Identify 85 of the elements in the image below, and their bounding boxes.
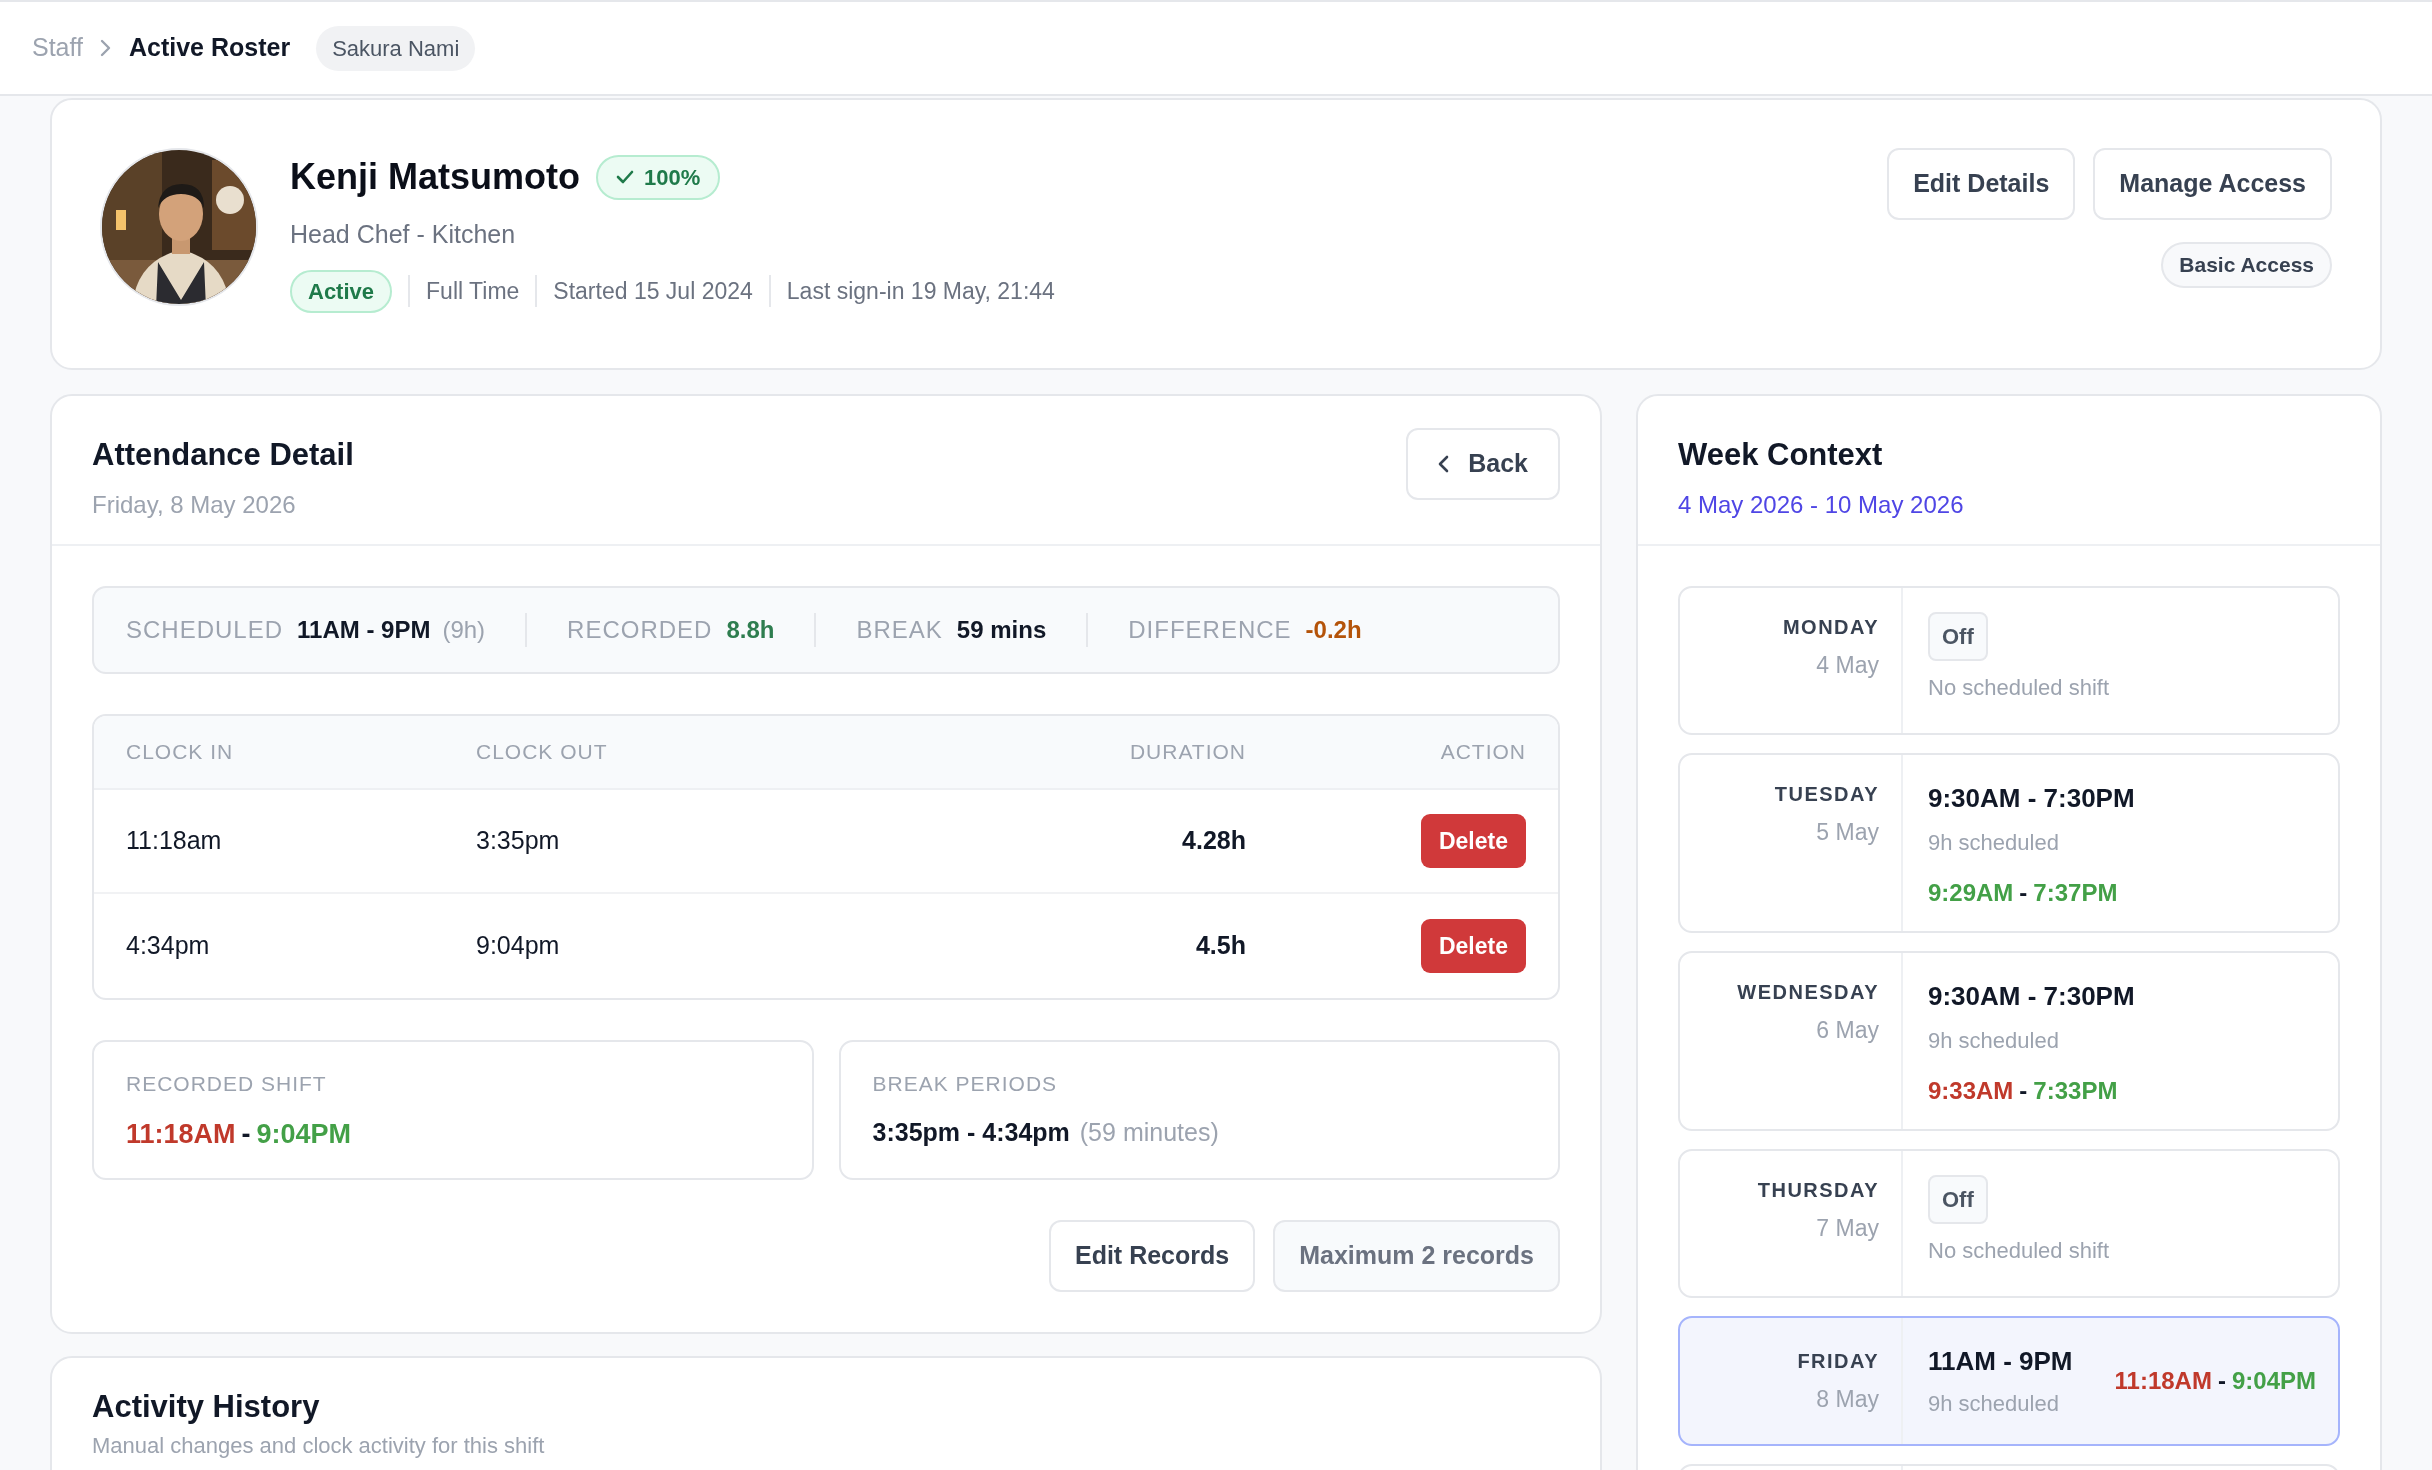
delete-button[interactable]: Delete xyxy=(1420,814,1526,868)
day-name: MONDAY xyxy=(1782,615,1879,640)
summary-label: BREAK xyxy=(856,615,943,645)
chevron-left-icon xyxy=(1438,454,1451,474)
column-header: CLOCK IN xyxy=(126,739,235,766)
breadcrumb-link[interactable]: Active Roster xyxy=(128,29,291,67)
summary-value: -0.2h xyxy=(1305,615,1362,645)
chevron-right-icon xyxy=(98,37,113,59)
column-header: ACTION xyxy=(1439,739,1526,766)
action-button[interactable]: Edit Records xyxy=(1048,1220,1256,1292)
meta-text: Started 15 Jul 2024 xyxy=(553,276,753,306)
day-date: 8 May xyxy=(1816,1385,1879,1414)
summary-value: 8.8h xyxy=(726,615,775,645)
name-tag: Sakura Nami xyxy=(316,25,476,71)
card-title: Week Context xyxy=(1678,436,1884,474)
meta-text: Full Time xyxy=(426,276,520,306)
panel-label: RECORDED SHIFT xyxy=(126,1071,328,1097)
table-cell-text: 3:35pm xyxy=(476,825,561,857)
break-duration: (59 minutes) xyxy=(1079,1116,1219,1148)
job-title: Head Chef - Kitchen xyxy=(290,219,517,250)
shift-note: No scheduled shift xyxy=(1928,1237,2109,1265)
scheduled-hours: 9h scheduled xyxy=(1928,829,2060,857)
day-name: WEDNESDAY xyxy=(1737,980,1879,1005)
status-badge: Active xyxy=(290,269,393,313)
table-cell-text: 4.5h xyxy=(1194,930,1246,962)
off-badge: Off xyxy=(1928,1175,1988,1224)
day-name: FRIDAY xyxy=(1797,1349,1879,1374)
day-date: 7 May xyxy=(1816,1214,1879,1243)
summary-value: 59 mins xyxy=(956,615,1047,645)
card-subtitle: Manual changes and clock activity for this shift xyxy=(92,1432,546,1459)
clock-in-time: 9:33AM xyxy=(1928,1076,2014,1106)
day-card[interactable]: THURSDAY 7 May Off No scheduled shift xyxy=(1678,1149,2340,1298)
scheduled-time: 11AM - 9PM xyxy=(1928,1345,2073,1378)
scheduled-time: 9:30AM - 7:30PM xyxy=(1928,782,2136,815)
clock-out-time: 7:33PM xyxy=(2033,1076,2118,1106)
time-separator: - xyxy=(2019,878,2028,908)
action-button[interactable]: Manage Access xyxy=(2093,148,2332,220)
day-date: 5 May xyxy=(1816,818,1879,847)
break-time: 3:35pm - 4:34pm xyxy=(872,1116,1070,1148)
panel-label: BREAK PERIODS xyxy=(872,1071,1059,1097)
time-separator: - xyxy=(241,1117,251,1151)
summary-label: DIFFERENCE xyxy=(1128,615,1292,645)
scheduled-hours: 9h scheduled xyxy=(1928,1390,2060,1418)
card-subtitle: Friday, 8 May 2026 xyxy=(92,489,297,520)
clock-out-time: 7:37PM xyxy=(2033,878,2118,908)
summary-value: 11AM - 9PM xyxy=(297,615,431,645)
scheduled-time: 9:30AM - 7:30PM xyxy=(1928,980,2136,1013)
table-cell-text: 4.28h xyxy=(1181,825,1246,857)
clock-in-time: 9:29AM xyxy=(1928,878,2014,908)
off-badge: Off xyxy=(1928,612,1988,661)
clock-in-time: 11:18AM xyxy=(2114,1366,2212,1396)
day-name: TUESDAY xyxy=(1774,782,1879,807)
time-separator: - xyxy=(2217,1366,2226,1396)
access-badge: Basic Access xyxy=(2161,242,2332,288)
table-cell-text: 9:04pm xyxy=(476,930,561,962)
table-cell-text: 4:34pm xyxy=(126,930,211,962)
clock-out-time: 9:04PM xyxy=(256,1117,352,1151)
delete-button[interactable]: Delete xyxy=(1420,919,1526,973)
card-title: Activity History xyxy=(92,1388,321,1426)
column-header: CLOCK OUT xyxy=(476,739,609,766)
day-card[interactable]: FRIDAY 8 May 11AM - 9PM 9h scheduled 11:18AM - 9:04PM xyxy=(1678,1316,2340,1446)
day-name: THURSDAY xyxy=(1757,1178,1879,1203)
employee-name: Kenji Matsumoto xyxy=(290,155,580,199)
time-separator: - xyxy=(2019,1076,2028,1106)
table-cell-text: 11:18am xyxy=(126,825,223,857)
summary-note: (9h) xyxy=(442,615,486,645)
day-card[interactable]: WEDNESDAY 6 May 9:30AM - 7:30PM 9h scheduled 9:33AM - 7:33PM xyxy=(1678,951,2340,1131)
check-icon xyxy=(616,170,634,184)
day-card[interactable]: MONDAY 4 May Off No scheduled shift xyxy=(1678,586,2340,735)
meta-text: Last sign-in 19 May, 21:44 xyxy=(786,276,1055,306)
summary-label: RECORDED xyxy=(567,615,713,645)
clock-out-time: 9:04PM xyxy=(2231,1366,2316,1396)
date-range: 4 May 2026 - 10 May 2026 xyxy=(1678,489,1965,520)
card-title: Attendance Detail xyxy=(92,436,354,474)
scheduled-hours: 9h scheduled xyxy=(1928,1027,2060,1055)
day-date: 4 May xyxy=(1816,651,1879,680)
action-button[interactable]: Edit Details xyxy=(1887,148,2076,220)
summary-label: SCHEDULED xyxy=(126,615,284,645)
score-badge: 100% xyxy=(596,154,721,200)
day-card[interactable]: TUESDAY 5 May 9:30AM - 7:30PM 9h scheduled 9:29AM - 7:37PM xyxy=(1678,753,2340,933)
day-date: 6 May xyxy=(1816,1016,1879,1045)
shift-note: No scheduled shift xyxy=(1928,674,2109,702)
column-header: DURATION xyxy=(1128,739,1246,766)
clock-in-time: 11:18AM xyxy=(126,1117,236,1151)
back-button[interactable]: Back xyxy=(1406,428,1560,500)
